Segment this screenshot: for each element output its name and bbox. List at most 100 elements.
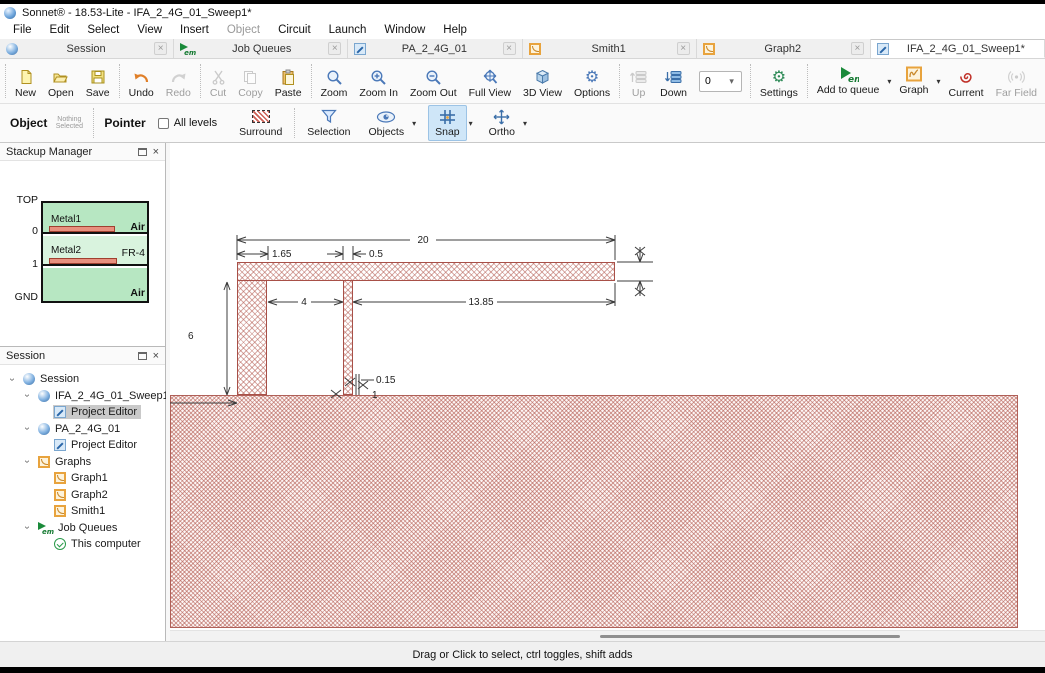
current-button[interactable]: Current (943, 60, 990, 102)
tree-item-smith1[interactable]: Smith1 (0, 503, 165, 520)
close-icon[interactable]: × (153, 147, 159, 157)
tab-label: IFA_2_4G_01_Sweep1* (894, 43, 1038, 55)
undo-button[interactable]: Undo (123, 60, 160, 102)
tree-item-graphs[interactable]: › Graphs (0, 454, 165, 471)
menu-file[interactable]: File (4, 23, 41, 37)
tab-label: Smith1 (546, 43, 672, 55)
float-panel-icon[interactable] (138, 352, 147, 360)
menu-help[interactable]: Help (434, 23, 476, 37)
tree-item-ifa-project[interactable]: › IFA_2_4G_01_Sweep1* (0, 388, 165, 405)
menu-launch[interactable]: Launch (320, 23, 376, 37)
menu-window[interactable]: Window (375, 23, 434, 37)
close-icon[interactable]: × (328, 42, 341, 55)
tree-item-session[interactable]: › Session (0, 371, 165, 388)
button-label: Settings (760, 87, 798, 99)
button-label: Add to queue (817, 84, 879, 96)
tab-pa-2-4g-01[interactable]: PA_2_4G_01 × (348, 39, 522, 58)
tree-item-pa-project[interactable]: › PA_2_4G_01 (0, 421, 165, 438)
settings-button[interactable]: ⚙ Settings (754, 60, 804, 102)
checkbox-icon[interactable] (158, 118, 169, 129)
graph-button[interactable]: Graph (893, 63, 934, 99)
expand-arrow-icon[interactable]: › (22, 390, 33, 402)
level-dropdown[interactable]: 0 ▾ (699, 71, 742, 92)
stackup-air-top-layer[interactable]: Metal1 Air (43, 203, 147, 234)
paste-button[interactable]: Paste (269, 60, 308, 102)
float-panel-icon[interactable] (138, 148, 147, 156)
tab-graph2[interactable]: Graph2 × (697, 39, 871, 58)
new-button[interactable]: New (9, 60, 42, 102)
stackup-fr4-layer[interactable]: Metal2 FR-4 (43, 236, 147, 266)
graph-icon (54, 472, 66, 484)
options-button[interactable]: ⚙ Options (568, 60, 616, 102)
stackup-diagram[interactable]: TOP 0 1 GND Metal1 Air Metal2 FR-4 (0, 161, 165, 346)
zoom-out-button[interactable]: Zoom Out (404, 60, 463, 102)
ortho-button[interactable]: Ortho (483, 106, 521, 140)
antenna-feed-strip-polygon[interactable] (343, 281, 353, 395)
project-editor-icon (877, 43, 889, 55)
horizontal-scrollbar[interactable] (170, 630, 1045, 641)
3d-view-button[interactable]: 3D View (517, 60, 568, 102)
tree-item-this-computer[interactable]: This computer (0, 536, 165, 553)
dim-right-width: 13.85 (468, 297, 493, 308)
save-button[interactable]: Save (80, 60, 116, 102)
surround-button[interactable]: Surround (233, 106, 288, 140)
menu-select[interactable]: Select (78, 23, 128, 37)
tree-item-job-queues[interactable]: › Job Queues (0, 520, 165, 537)
current-spiral-icon (958, 68, 975, 86)
graph-icon (703, 43, 715, 55)
level-down-button[interactable]: Down (654, 60, 693, 102)
selection-filter-button[interactable]: Selection (301, 106, 356, 140)
chevron-down-icon[interactable]: ▾ (521, 119, 529, 128)
tab-smith1[interactable]: Smith1 × (523, 39, 697, 58)
tab-session[interactable]: Session × (0, 39, 174, 58)
menu-insert[interactable]: Insert (171, 23, 218, 37)
metal2-bar[interactable] (49, 258, 117, 264)
tree-item-ifa-project-editor[interactable]: Project Editor (0, 404, 165, 421)
menu-circuit[interactable]: Circuit (269, 23, 320, 37)
menu-edit[interactable]: Edit (41, 23, 79, 37)
zoom-in-button[interactable]: Zoom In (353, 60, 404, 102)
all-levels-checkbox[interactable]: All levels (150, 117, 225, 129)
snap-button[interactable]: Snap (428, 105, 467, 141)
zoom-button[interactable]: Zoom (315, 60, 354, 102)
expand-arrow-icon[interactable]: › (22, 456, 33, 468)
tree-item-graph2[interactable]: Graph2 (0, 487, 165, 504)
open-folder-icon (52, 68, 69, 86)
tab-ifa-2-4g-01-sweep1[interactable]: IFA_2_4G_01_Sweep1* (871, 39, 1045, 58)
chevron-down-icon[interactable]: ▾ (410, 119, 418, 128)
tree-item-graph1[interactable]: Graph1 (0, 470, 165, 487)
close-icon[interactable]: × (503, 42, 516, 55)
open-button[interactable]: Open (42, 60, 80, 102)
antenna-short-arm-polygon[interactable] (237, 281, 267, 395)
close-icon[interactable]: × (677, 42, 690, 55)
full-view-button[interactable]: Full View (463, 60, 517, 102)
ground-plane-polygon[interactable] (170, 395, 1018, 628)
scrollbar-thumb[interactable] (600, 635, 900, 638)
project-editor-canvas[interactable]: 20 1.65 0.5 4 13.85 (170, 143, 1045, 641)
level-value: 0 (705, 75, 711, 87)
cut-scissors-icon (211, 68, 226, 86)
button-label: Open (48, 87, 74, 99)
tab-job-queues[interactable]: Job Queues × (174, 39, 348, 58)
em-flag-icon (38, 522, 53, 534)
expand-arrow-icon[interactable]: › (7, 373, 18, 385)
expand-arrow-icon[interactable]: › (22, 423, 33, 435)
dim-total-width: 20 (417, 235, 429, 246)
close-icon[interactable]: × (851, 42, 864, 55)
chevron-down-icon[interactable]: ▾ (467, 119, 475, 128)
antenna-top-arm-polygon[interactable] (237, 262, 615, 281)
new-file-icon (18, 68, 34, 86)
tree-item-pa-project-editor[interactable]: Project Editor (0, 437, 165, 454)
chevron-down-icon[interactable]: ▾ (885, 77, 893, 86)
close-icon[interactable]: × (154, 42, 167, 55)
add-to-queue-button[interactable]: em Add to queue (811, 63, 885, 99)
objects-visibility-button[interactable]: Objects (363, 106, 411, 140)
chevron-down-icon[interactable]: ▾ (935, 77, 943, 86)
stackup-air-bottom-layer[interactable]: Air (43, 268, 147, 301)
menu-view[interactable]: View (128, 23, 171, 37)
close-icon[interactable]: × (153, 351, 159, 361)
expand-arrow-icon[interactable]: › (22, 522, 33, 534)
metal1-bar[interactable] (49, 226, 115, 232)
stackup-cross-section[interactable]: Metal1 Air Metal2 FR-4 Air (41, 201, 149, 303)
funnel-icon (321, 108, 337, 125)
